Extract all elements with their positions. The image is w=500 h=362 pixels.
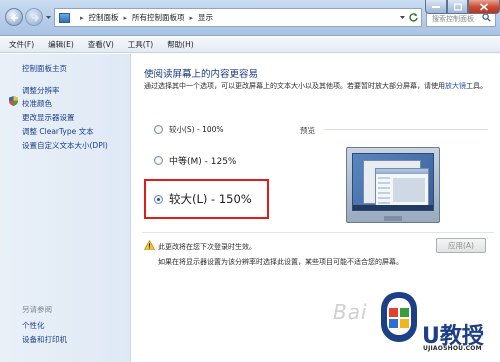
search-placeholder: 搜索控制面板: [432, 15, 474, 23]
page-description: 通过选择其中一个选项，可以更改屏幕上的文本大小以及其他项。若要暂时放大部分屏幕，…: [144, 81, 496, 92]
left-navigation-pane: 控制面板主页 调整分辨率 校准颜色 更改显示器设置 调整 ClearType 文…: [0, 54, 131, 362]
sidebar-item-cleartype[interactable]: 调整 ClearType 文本: [22, 126, 94, 137]
see-also-personalization[interactable]: 个性化: [22, 320, 45, 331]
preview-window-front: [375, 168, 429, 208]
description-end: 工具。: [466, 82, 487, 90]
control-panel-icon: [59, 12, 70, 23]
section-divider: [142, 232, 494, 233]
option-medium[interactable]: 中等(M) - 125%: [154, 154, 237, 167]
arrow-right-icon: [32, 14, 40, 22]
preview-divider: [324, 129, 488, 130]
magnifier-link[interactable]: 放大镜: [445, 82, 466, 90]
address-bar: ▸ 控制面板 ▸ 所有控制面板项 ▸ 显示 搜索控制面板: [0, 0, 500, 36]
menu-view[interactable]: 查看(V): [88, 39, 114, 50]
option-medium-label: 中等(M) - 125%: [169, 157, 237, 167]
breadcrumb-all-items[interactable]: 所有控制面板项: [132, 12, 185, 23]
preview-screen: [352, 153, 434, 211]
breadcrumb-separator: ▸: [123, 13, 128, 22]
sidebar-item-custom-dpi[interactable]: 设置自定义文本大小(DPI): [22, 140, 108, 151]
see-also-heading: 另请参阅: [22, 305, 52, 314]
main-content: 使阅读屏幕上的内容更容易 通过选择其中一个选项，可以更改屏幕上的文本大小以及其他…: [132, 54, 500, 362]
brand-url-watermark: UJIAOSHOU.COM: [423, 345, 482, 352]
minimize-button[interactable]: [425, 0, 447, 14]
highlight-annotation-box: [144, 179, 269, 219]
menu-file[interactable]: 文件(F): [9, 39, 34, 50]
sidebar-item-change-display-settings[interactable]: 更改显示器设置: [22, 112, 75, 123]
control-panel-home-link[interactable]: 控制面板主页: [22, 63, 67, 74]
page-title: 使阅读屏幕上的内容更容易: [144, 69, 259, 80]
option-smaller-label: 较小(S) - 100%: [169, 125, 224, 134]
back-button[interactable]: [5, 8, 23, 26]
minimize-icon: [432, 5, 440, 8]
uj-logo-icon: [381, 292, 417, 342]
arrow-left-icon: [10, 14, 18, 22]
breadcrumb-display[interactable]: 显示: [198, 12, 213, 23]
forward-button[interactable]: [25, 8, 43, 26]
breadcrumb-control-panel[interactable]: 控制面板: [89, 12, 119, 23]
see-also-devices-printers[interactable]: 设备和打印机: [22, 334, 67, 345]
breadcrumb-separator: ▸: [80, 13, 84, 22]
preview-monitor: [346, 147, 440, 223]
chevron-down-icon[interactable]: [399, 14, 406, 21]
sidebar-item-calibrate-color[interactable]: 校准颜色: [22, 98, 52, 109]
history-dropdown-icon[interactable]: [45, 14, 52, 21]
close-icon: [479, 2, 489, 11]
menu-bar: 文件(F) 编辑(E) 查看(V) 工具(T) 帮助(H): [0, 37, 500, 53]
search-icon: [482, 13, 491, 22]
radio-smaller[interactable]: [154, 125, 163, 134]
option-smaller[interactable]: 较小(S) - 100%: [154, 124, 224, 135]
warning-resolution-text: 如果在将显示器设置为该分辨率时选择此设置，某些项目可能不适合您的屏幕。: [158, 258, 403, 266]
preview-monitor-stand: [384, 216, 402, 221]
shield-icon: [9, 96, 18, 106]
warning-icon: [144, 240, 155, 250]
menu-edit[interactable]: 编辑(E): [48, 39, 74, 50]
description-text: 通过选择其中一个选项，可以更改屏幕上的文本大小以及其他项。若要暂时放大部分屏幕，…: [144, 82, 445, 90]
refresh-icon[interactable]: [408, 12, 419, 23]
maximize-icon: [453, 3, 462, 10]
menu-tools[interactable]: 工具(T): [128, 39, 153, 50]
sidebar-item-adjust-resolution[interactable]: 调整分辨率: [22, 85, 60, 96]
apply-button[interactable]: 应用(A): [436, 238, 486, 253]
address-field[interactable]: ▸ 控制面板 ▸ 所有控制面板项 ▸ 显示: [54, 8, 422, 27]
preview-label: 预览: [300, 126, 315, 135]
radio-medium[interactable]: [154, 156, 163, 165]
maximize-button[interactable]: [447, 0, 468, 14]
close-button[interactable]: [468, 0, 500, 14]
breadcrumb-separator: ▸: [189, 13, 194, 22]
baidu-watermark: Bai: [333, 300, 368, 324]
warning-logon-text: 此更改将在您下次登录时生效。: [158, 243, 256, 251]
menu-help[interactable]: 帮助(H): [167, 39, 194, 50]
preview-taskbar: [353, 205, 433, 210]
